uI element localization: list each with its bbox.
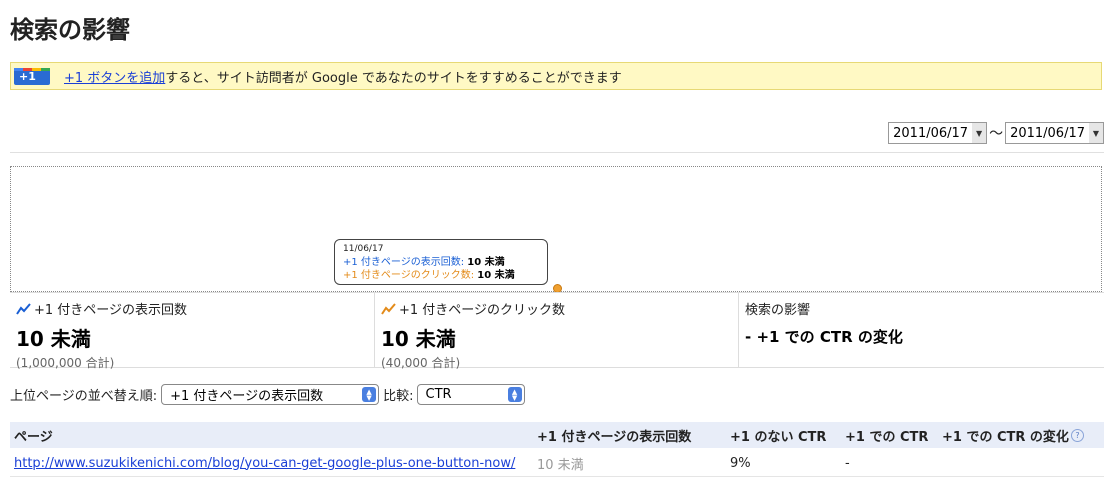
- plus-one-icon: +1: [14, 67, 50, 85]
- dropdown-arrow-icon: ▼: [972, 123, 987, 143]
- column-header-ctr-change[interactable]: +1 での CTR の変化 ?: [942, 426, 1084, 445]
- date-range: 2011/06/17 ▼ 〜 2011/06/17 ▼: [888, 122, 1104, 144]
- tooltip-row-impressions: +1 付きページの表示回数: 10 未満: [343, 257, 505, 268]
- date-separator: 〜: [989, 126, 1004, 142]
- compare-label: 比較:: [383, 389, 414, 404]
- sort-select[interactable]: +1 付きページの表示回数 ▲ ▼: [161, 384, 380, 405]
- plus-one-banner: +1 +1 ボタンを追加 すると、サイト訪問者が Google であなたのサイト…: [10, 62, 1102, 90]
- sparkline-orange-icon: [381, 302, 396, 315]
- column-header-impressions[interactable]: +1 付きページの表示回数: [537, 426, 691, 445]
- metric-impressions-total: (1,000,000 合計): [16, 356, 115, 370]
- table-row: http://www.suzukikenichi.com/blog/you-ca…: [10, 450, 1104, 477]
- metrics-summary: +1 付きページの表示回数 10 未満 (1,000,000 合計) +1 付き…: [10, 292, 1104, 370]
- end-date-picker[interactable]: 2011/06/17 ▼: [1005, 122, 1104, 144]
- metric-impressions: +1 付きページの表示回数 10 未満 (1,000,000 合計): [10, 293, 375, 370]
- sparkline-blue-icon: [16, 302, 31, 315]
- start-date-picker[interactable]: 2011/06/17 ▼: [888, 122, 988, 144]
- banner-text: すると、サイト訪問者が Google であなたのサイトをすすめることができます: [165, 70, 622, 86]
- select-arrows-icon: ▲ ▼: [362, 387, 377, 402]
- add-plus-one-button-link[interactable]: +1 ボタンを追加: [64, 67, 165, 86]
- column-header-ctr-without[interactable]: +1 のない CTR: [730, 426, 826, 445]
- divider: [10, 152, 1104, 153]
- page-title: 検索の影響: [10, 16, 130, 44]
- column-header-page[interactable]: ページ: [14, 426, 53, 445]
- chart-tooltip: 11/06/17 +1 付きページの表示回数: 10 未満 +1 付きページのク…: [334, 239, 548, 285]
- select-arrows-icon: ▲ ▼: [507, 387, 522, 402]
- metric-impressions-value: 10 未満: [16, 327, 91, 351]
- cell-impressions: 10 未満: [537, 457, 584, 473]
- cell-ctr-with: -: [845, 455, 850, 471]
- metric-clicks: +1 付きページのクリック数 10 未満 (40,000 合計): [375, 293, 739, 370]
- tooltip-date: 11/06/17: [343, 244, 384, 254]
- metric-ctr-change: - +1 での CTR の変化: [745, 328, 903, 346]
- compare-select[interactable]: CTR ▲ ▼: [416, 384, 525, 405]
- metric-search-impact: 検索の影響 - +1 での CTR の変化: [739, 293, 1104, 367]
- help-icon[interactable]: ?: [1070, 428, 1084, 442]
- sort-label: 上位ページの並べ替え順:: [10, 389, 158, 404]
- metric-clicks-total: (40,000 合計): [381, 356, 461, 370]
- metric-clicks-value: 10 未満: [381, 327, 456, 351]
- table-header: ページ +1 付きページの表示回数 +1 のない CTR +1 での CTR +…: [10, 422, 1104, 448]
- page-url-link[interactable]: http://www.suzukikenichi.com/blog/you-ca…: [14, 456, 515, 471]
- dropdown-arrow-icon: ▼: [1089, 123, 1103, 143]
- sort-controls: 上位ページの並べ替え順: +1 付きページの表示回数 ▲ ▼ 比較: CTR ▲ ▼: [10, 384, 525, 405]
- cell-ctr-without: 9%: [730, 455, 751, 471]
- line-chart[interactable]: 11/06/17 +1 付きページの表示回数: 10 未満 +1 付きページのク…: [10, 166, 1102, 293]
- tooltip-row-clicks: +1 付きページのクリック数: 10 未満: [343, 270, 515, 281]
- column-header-ctr-with[interactable]: +1 での CTR: [845, 426, 928, 445]
